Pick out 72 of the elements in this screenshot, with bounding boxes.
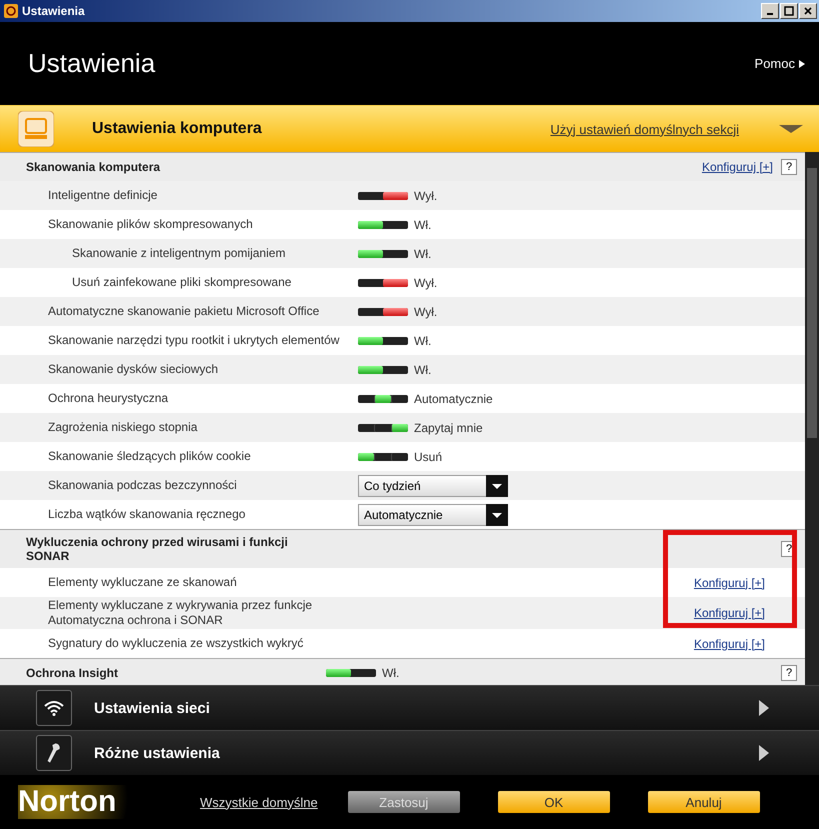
- wifi-icon: [44, 700, 64, 716]
- close-button[interactable]: [799, 3, 817, 19]
- toggle-switch[interactable]: [358, 192, 408, 200]
- maximize-button[interactable]: [780, 3, 798, 19]
- setting-label: Automatyczne skanowanie pakietu Microsoft Office: [48, 304, 320, 319]
- setting-label: Liczba wątków skanowania ręcznego: [48, 507, 246, 522]
- three-state-slider[interactable]: [358, 452, 408, 460]
- minimize-button[interactable]: [761, 3, 779, 19]
- slider-value: Usuń: [414, 450, 442, 464]
- toggle-switch[interactable]: [358, 308, 408, 316]
- app-icon: [4, 4, 18, 18]
- toggle-value: Wł.: [414, 362, 432, 376]
- toggle-switch[interactable]: [358, 278, 408, 286]
- help-button[interactable]: ?: [781, 159, 797, 175]
- setting-label: Skanowanie dysków sieciowych: [48, 362, 220, 377]
- setting-label: Skanowanie z inteligentnym pomijaniem: [71, 246, 286, 261]
- page-title: Ustawienia: [28, 48, 156, 79]
- configure-link[interactable]: Konfiguruj [+]: [694, 606, 765, 620]
- help-link-text[interactable]: Pomoc: [754, 56, 795, 71]
- setting-label: Ochrona heurystyczna: [48, 391, 170, 406]
- toggle-switch[interactable]: [358, 220, 408, 228]
- toggle-value: Wł.: [382, 666, 400, 680]
- toggle-switch[interactable]: [358, 336, 408, 344]
- toggle-value: Wył.: [414, 188, 438, 202]
- toggle-switch[interactable]: [358, 250, 408, 258]
- toggle-value: Wł.: [414, 218, 432, 232]
- category-header[interactable]: Ustawienia komputera Użyj ustawień domyślnych sekcji: [0, 105, 819, 152]
- group-title: Ustawienia sieci: [94, 700, 210, 716]
- toggle-switch[interactable]: [358, 366, 408, 374]
- toggle-switch[interactable]: [326, 669, 376, 677]
- section-defaults-link[interactable]: Użyj ustawień domyślnych sekcji: [550, 122, 739, 136]
- configure-link[interactable]: Konfiguruj [+]: [694, 636, 765, 650]
- section-title: Wykluczenia ochrony przed wirusami i funkcji SONAR: [26, 535, 289, 563]
- settings-group-bar[interactable]: Ustawienia sieci: [0, 685, 819, 730]
- toggle-value: Wł.: [414, 246, 432, 260]
- window-title: Ustawienia: [22, 4, 85, 18]
- triangle-right-icon: [799, 60, 805, 68]
- setting-label: Skanowanie narzędzi typu rootkit i ukrytych elementów: [48, 333, 340, 348]
- configure-link[interactable]: Konfiguruj [+]: [694, 576, 765, 590]
- category-title: Ustawienia komputera: [92, 120, 262, 138]
- section-title: Ochrona Insight: [26, 666, 120, 680]
- setting-label: Skanowania podczas bezczynności: [48, 478, 238, 493]
- setting-label: Sygnatury do wykluczenia ze wszystkich wykryć: [48, 636, 304, 651]
- all-defaults-link[interactable]: Wszystkie domyślne: [200, 794, 318, 810]
- ok-button[interactable]: OK: [498, 791, 610, 813]
- dropdown[interactable]: Co tydzień: [358, 474, 508, 496]
- help-button[interactable]: ?: [781, 665, 797, 681]
- section-title: Skanowania komputera: [26, 160, 162, 174]
- minimize-icon: [767, 13, 773, 15]
- cancel-button[interactable]: Anuluj: [648, 791, 760, 813]
- slider-value: Automatycznie: [414, 392, 493, 406]
- setting-label: Skanowanie plików skompresowanych: [48, 217, 254, 232]
- caret-icon[interactable]: [779, 124, 803, 134]
- configure-link[interactable]: Konfiguruj [+]: [702, 160, 773, 174]
- setting-label: Usuń zainfekowane pliki skompresowane: [71, 275, 292, 290]
- setting-label: Elementy wykluczane z wykrywania przez funkcje Automatyczna ochrona i SONAR: [48, 598, 314, 628]
- dropdown[interactable]: Automatycznie: [358, 504, 508, 526]
- maximize-icon: [784, 6, 794, 16]
- setting-label: Skanowanie śledzących plików cookie: [48, 449, 252, 464]
- settings-group-bar[interactable]: Różne ustawienia: [0, 730, 819, 775]
- computer-icon: [18, 111, 54, 147]
- toggle-value: Wł.: [414, 334, 432, 348]
- setting-label: Elementy wykluczane ze skanowań: [48, 575, 238, 590]
- setting-label: Zagrożenia niskiego stopnia: [48, 420, 198, 435]
- three-state-slider[interactable]: [358, 424, 408, 432]
- group-title: Różne ustawienia: [94, 744, 220, 762]
- toggle-value: Wył.: [414, 276, 438, 290]
- setting-label: Inteligentne definicje: [48, 188, 158, 203]
- three-state-slider[interactable]: [358, 394, 408, 402]
- toggle-value: Wył.: [414, 304, 438, 318]
- slider-value: Zapytaj mnie: [414, 420, 483, 434]
- close-icon: [803, 6, 813, 16]
